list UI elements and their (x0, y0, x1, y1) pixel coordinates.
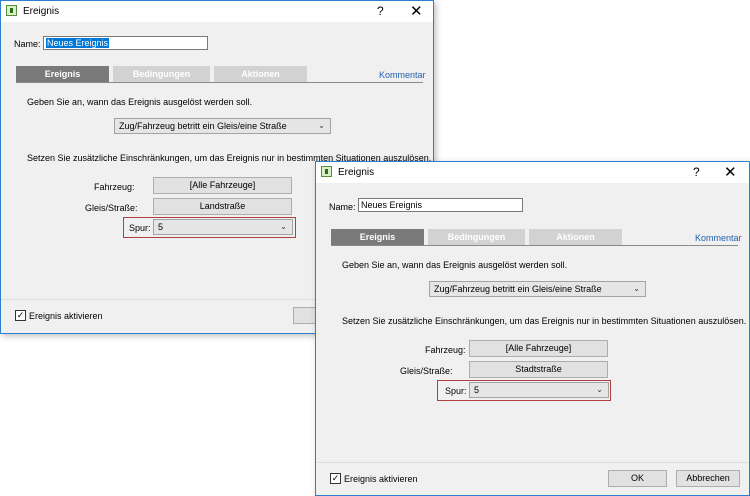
cancel-button[interactable]: Abbrechen (676, 470, 740, 487)
tab-bedingungen[interactable]: Bedingungen (428, 229, 525, 245)
spur-dropdown-value: 5 (474, 385, 480, 395)
footer-divider (316, 462, 749, 463)
spur-dropdown[interactable]: 5 ⌄ (153, 219, 293, 235)
activate-label: Ereignis aktivieren (29, 311, 103, 321)
trigger-dropdown[interactable]: Zug/Fahrzeug betritt ein Gleis/eine Stra… (429, 281, 646, 297)
spur-dropdown-value: 5 (158, 222, 164, 232)
tab-bedingungen[interactable]: Bedingungen (113, 66, 210, 82)
fahrzeug-button[interactable]: [Alle Fahrzeuge] (153, 177, 292, 194)
name-input-value: Neues Ereignis (361, 200, 423, 210)
trigger-dropdown-value: Zug/Fahrzeug betritt ein Gleis/eine Stra… (434, 284, 602, 294)
activate-checkbox[interactable]: ✓ (15, 310, 26, 321)
tab-aktionen[interactable]: Aktionen (529, 229, 622, 245)
kommentar-link[interactable]: Kommentar (695, 233, 742, 243)
instruction-trigger: Geben Sie an, wann das Ereignis ausgelös… (342, 260, 568, 270)
activate-label: Ereignis aktivieren (344, 474, 418, 484)
tab-aktionen[interactable]: Aktionen (214, 66, 307, 82)
chevron-down-icon: ⌄ (280, 222, 287, 231)
window-title: Ereignis (23, 6, 60, 17)
window-title: Ereignis (338, 167, 375, 178)
fahrzeug-button[interactable]: [Alle Fahrzeuge] (469, 340, 608, 357)
spur-label: Spur: (129, 223, 151, 233)
app-icon (321, 166, 332, 177)
title-bar: Ereignis ? ✕ (316, 162, 749, 183)
gleis-button[interactable]: Landstraße (153, 198, 292, 215)
help-button[interactable]: ? (693, 165, 700, 179)
trigger-dropdown[interactable]: Zug/Fahrzeug betritt ein Gleis/eine Stra… (114, 118, 331, 134)
kommentar-link[interactable]: Kommentar (379, 70, 426, 80)
tab-ereignis[interactable]: Ereignis (16, 66, 109, 82)
trigger-dropdown-value: Zug/Fahrzeug betritt ein Gleis/eine Stra… (119, 121, 287, 131)
help-button[interactable]: ? (377, 4, 384, 18)
fahrzeug-label: Fahrzeug: (425, 345, 466, 355)
close-icon[interactable]: ✕ (410, 2, 423, 20)
gleis-button[interactable]: Stadtstraße (469, 361, 608, 378)
tab-divider (16, 82, 423, 83)
tab-divider (331, 245, 738, 246)
spur-label: Spur: (445, 386, 467, 396)
chevron-down-icon: ⌄ (633, 284, 640, 293)
name-label: Name: (329, 202, 356, 212)
gleis-label: Gleis/Straße: (400, 366, 453, 376)
spur-dropdown[interactable]: 5 ⌄ (469, 382, 609, 398)
name-input[interactable]: Neues Ereignis (43, 36, 208, 50)
app-icon (6, 5, 17, 16)
gleis-label: Gleis/Straße: (85, 203, 138, 213)
close-icon[interactable]: ✕ (724, 163, 737, 181)
ok-button[interactable]: OK (608, 470, 667, 487)
event-dialog-front: Ereignis ? ✕ Name: Neues Ereignis Ereign… (315, 161, 750, 496)
activate-checkbox[interactable]: ✓ (330, 473, 341, 484)
chevron-down-icon: ⌄ (318, 121, 325, 130)
tab-ereignis[interactable]: Ereignis (331, 229, 424, 245)
name-input-value: Neues Ereignis (46, 38, 110, 48)
instruction-trigger: Geben Sie an, wann das Ereignis ausgelös… (27, 97, 253, 107)
fahrzeug-label: Fahrzeug: (94, 182, 135, 192)
name-input[interactable]: Neues Ereignis (358, 198, 523, 212)
title-bar: Ereignis ? ✕ (1, 1, 433, 22)
name-label: Name: (14, 39, 41, 49)
instruction-restrictions: Setzen Sie zusätzliche Einschränkungen, … (342, 316, 747, 326)
chevron-down-icon: ⌄ (596, 385, 603, 394)
